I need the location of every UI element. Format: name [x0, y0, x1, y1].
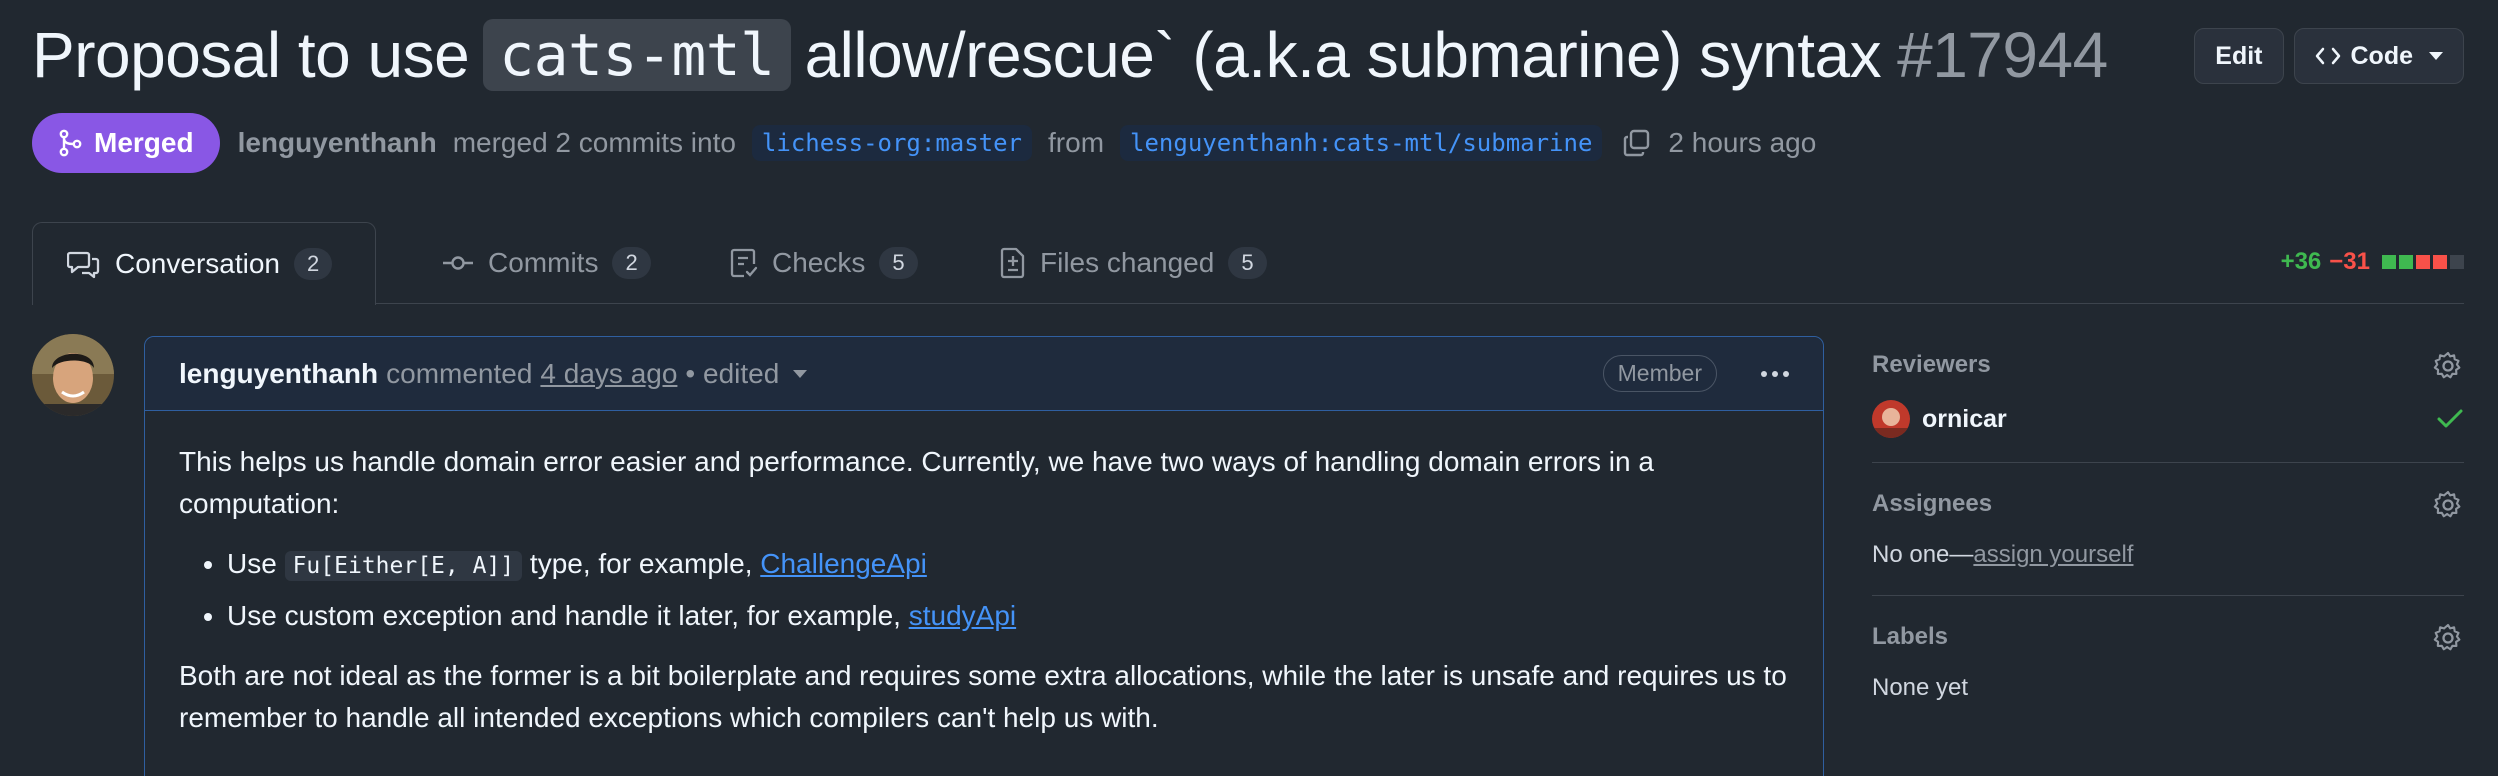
title-code: cats-mtl	[483, 19, 791, 91]
pr-number: #17944	[1897, 19, 2108, 91]
tab-files-changed-label: Files changed	[1040, 247, 1215, 278]
sidebar: Reviewers ornicar Assignees No one—assig…	[1872, 350, 2464, 754]
diffstat-bar	[2416, 255, 2430, 269]
code-icon	[2315, 47, 2340, 65]
tab-conversation-label: Conversation	[115, 248, 280, 279]
assignees-section: Assignees No one—assign yourself	[1872, 489, 2464, 596]
head-branch[interactable]: lenguyenthanh:cats-mtl/submarine	[1120, 125, 1603, 161]
labels-section: Labels None yet	[1872, 622, 2464, 728]
tab-checks-count: 5	[879, 247, 918, 279]
list-item: Use custom exception and handle it later…	[227, 595, 1789, 637]
labels-title: Labels	[1872, 623, 1949, 650]
kebab-menu-icon[interactable]	[1761, 370, 1789, 377]
diff-deletions: −31	[2329, 248, 2370, 275]
commit-icon	[443, 256, 473, 270]
diff-additions: +36	[2280, 248, 2322, 275]
comment-header: lenguyenthanh commented 4 days ago • edi…	[145, 337, 1823, 411]
chevron-down-icon	[793, 369, 808, 378]
diffstat-bar	[2399, 255, 2413, 269]
title-text-pre: Proposal to use	[32, 19, 470, 91]
gear-icon[interactable]	[2432, 489, 2464, 521]
comment-author[interactable]: lenguyenthanh	[179, 358, 378, 390]
list-item-text: type, for example,	[529, 548, 753, 579]
comment-discussion-icon	[67, 251, 100, 279]
gear-icon[interactable]	[2432, 350, 2464, 382]
inline-code: Fu[Either[E, A]]	[284, 551, 523, 581]
comment-timestamp[interactable]: 4 days ago	[540, 358, 677, 390]
reviewers-title: Reviewers	[1872, 351, 1991, 378]
avatar[interactable]	[32, 334, 114, 416]
list-item-text: Use custom exception and handle it later…	[227, 600, 901, 631]
reviewers-section: Reviewers ornicar	[1872, 350, 2464, 463]
gear-icon[interactable]	[2432, 622, 2464, 654]
code-button[interactable]: Code	[2293, 28, 2464, 84]
code-button-label: Code	[2350, 41, 2414, 70]
tab-checks[interactable]: Checks 5	[696, 222, 952, 304]
checklist-icon	[730, 248, 758, 278]
status-badge: Merged	[32, 113, 220, 173]
assignees-none: No one—	[1872, 541, 1974, 568]
title-text-post: allow/rescue` (a.k.a submarine) syntax	[804, 19, 1882, 91]
file-diff-icon	[1000, 247, 1025, 279]
copy-icon[interactable]	[1622, 128, 1652, 158]
list-item-text: Use	[227, 548, 277, 579]
edit-button[interactable]: Edit	[2194, 28, 2284, 84]
tab-checks-label: Checks	[772, 247, 866, 278]
merged-time: 2 hours ago	[1668, 127, 1817, 158]
assignees-title: Assignees	[1872, 490, 1993, 517]
comment-list: Use Fu[Either[E, A]] type, for example, …	[227, 543, 1789, 637]
edited-dropdown[interactable]: • edited	[685, 357, 808, 390]
pr-meta: Merged lenguyenthanh merged 2 commits in…	[32, 113, 1816, 173]
diffstat-bar	[2382, 255, 2396, 269]
base-branch[interactable]: lichess-org:master	[751, 125, 1033, 161]
comment-paragraph-2: Both are not ideal as the former is a bi…	[179, 660, 1787, 733]
edited-label: • edited	[685, 357, 780, 389]
tab-conversation-count: 2	[293, 248, 333, 280]
diffstat-bar	[2433, 255, 2447, 269]
status-label: Merged	[94, 127, 194, 158]
member-badge: Member	[1602, 355, 1717, 392]
comment-body: This helps us handle domain error easier…	[145, 411, 1823, 776]
challengeapi-link[interactable]: ChallengeApi	[760, 548, 927, 579]
studyapi-link[interactable]: studyApi	[909, 600, 1016, 631]
tab-commits[interactable]: Commits 2	[408, 222, 685, 304]
from-text: from	[1048, 127, 1105, 158]
labels-value: None yet	[1872, 674, 1969, 701]
pr-tabs: Conversation 2 Commits 2 Checks 5 Files …	[32, 222, 2464, 305]
pr-title-row: Proposal to use cats-mtl allow/rescue` (…	[32, 18, 2108, 92]
header-actions: Edit Code	[2194, 28, 2464, 84]
tab-commits-count: 2	[612, 247, 651, 279]
chevron-down-icon	[2429, 52, 2443, 60]
edit-button-label: Edit	[2215, 41, 2263, 70]
author-link[interactable]: lenguyenthanh	[238, 127, 437, 159]
comment-verb: commented	[386, 357, 533, 389]
reviewer-row[interactable]: ornicar	[1872, 400, 2464, 438]
tab-files-changed-count: 5	[1228, 247, 1267, 279]
avatar	[1872, 400, 1910, 438]
merge-icon	[59, 129, 82, 157]
diffstat: +36 −31	[2281, 248, 2464, 276]
tab-commits-label: Commits	[488, 247, 599, 278]
reviewer-name: ornicar	[1922, 404, 2007, 433]
avatar-image	[32, 334, 114, 416]
pr-title: Proposal to use cats-mtl allow/rescue` (…	[32, 18, 2108, 92]
assign-yourself-link[interactable]: assign yourself	[1973, 541, 2133, 568]
check-icon	[2437, 409, 2463, 428]
tab-conversation[interactable]: Conversation 2	[32, 222, 376, 305]
comment-box: lenguyenthanh commented 4 days ago • edi…	[144, 336, 1824, 776]
assignees-value: No one—assign yourself	[1872, 539, 2464, 571]
list-item: Use Fu[Either[E, A]] type, for example, …	[227, 543, 1789, 587]
diffstat-bar	[2450, 255, 2464, 269]
merge-action-text: merged 2 commits into	[452, 127, 736, 158]
diffstat-bars	[2382, 255, 2464, 269]
comment-paragraph-1: This helps us handle domain error easier…	[179, 446, 1654, 519]
tab-files-changed[interactable]: Files changed 5	[966, 222, 1301, 304]
